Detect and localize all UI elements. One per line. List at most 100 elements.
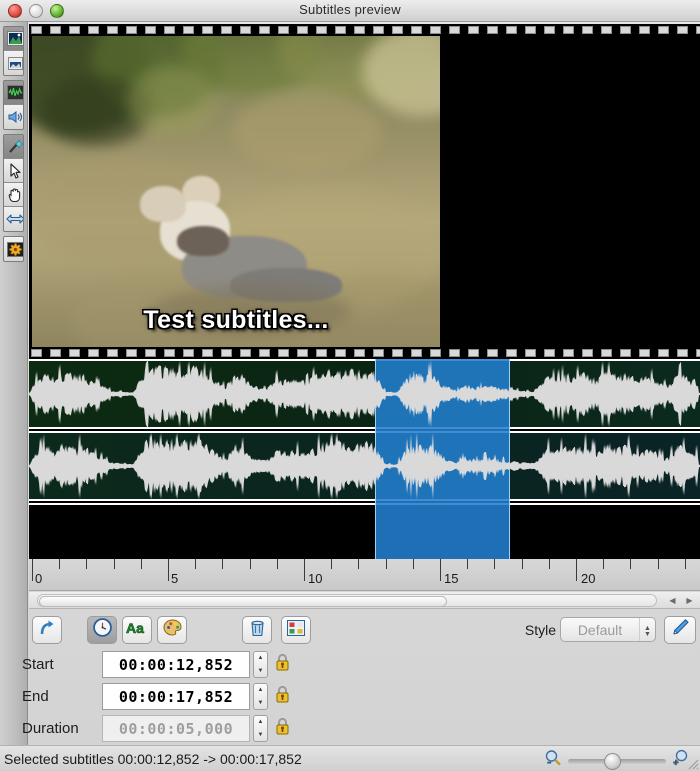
start-input[interactable]: 00:00:12,852 bbox=[102, 651, 250, 678]
timeline-scrollbar[interactable]: ◀ ▶ bbox=[29, 592, 700, 609]
zoom-slider[interactable] bbox=[568, 752, 666, 770]
duration-field-row: Duration 00:00:05,000 ▲ ▼ bbox=[22, 714, 322, 743]
duration-label: Duration bbox=[22, 720, 79, 737]
image-preview-icon bbox=[7, 56, 23, 70]
status-bar: Selected subtitles 00:00:12,852 -> 00:00… bbox=[0, 745, 700, 771]
ruler-tick bbox=[413, 559, 414, 569]
subtitle-track[interactable] bbox=[29, 503, 700, 559]
settings-tool[interactable] bbox=[4, 237, 23, 261]
filmstrip-perforations-top bbox=[29, 24, 700, 36]
style-label: Style bbox=[524, 622, 556, 638]
hand-icon bbox=[7, 187, 23, 203]
filmstrip-perforations-bottom bbox=[29, 347, 700, 359]
end-label: End bbox=[22, 688, 49, 705]
start-field-row: Start 00:00:12,852 ▲ ▼ bbox=[22, 650, 322, 679]
scroll-right-icon[interactable]: ▶ bbox=[683, 594, 696, 607]
tool-group-tools bbox=[3, 134, 24, 232]
audio-volume-tool[interactable] bbox=[4, 105, 24, 129]
timing-fields: Start 00:00:12,852 ▲▼ End 00:00:17,852 bbox=[0, 650, 700, 742]
pointer-tool[interactable] bbox=[4, 159, 23, 183]
end-input[interactable]: 00:00:17,852 bbox=[102, 683, 250, 710]
edit-style-button[interactable] bbox=[664, 616, 696, 644]
ruler-label: 10 bbox=[308, 571, 323, 586]
ruler-tick bbox=[522, 559, 523, 569]
ruler-tick bbox=[494, 559, 495, 569]
resize-grip-icon[interactable] bbox=[685, 756, 699, 770]
ruler-label: 5 bbox=[171, 571, 179, 586]
waveform-channel-2 bbox=[29, 434, 700, 498]
end-stepper[interactable]: ▲ ▼ bbox=[253, 683, 268, 710]
pencil-icon bbox=[671, 618, 690, 642]
ruler-label: 20 bbox=[581, 571, 596, 586]
ruler-label: 0 bbox=[35, 571, 43, 586]
style-mode-button[interactable] bbox=[157, 616, 187, 644]
magic-wand-icon bbox=[7, 139, 23, 154]
end-lock-button[interactable] bbox=[272, 684, 292, 709]
waveform-track-1[interactable] bbox=[29, 359, 700, 429]
ruler-tick bbox=[141, 559, 142, 569]
ruler-tick bbox=[277, 559, 278, 569]
tool-group-settings bbox=[3, 236, 24, 262]
waveform-channel-1 bbox=[29, 362, 700, 426]
scrollbar-arrows: ◀ ▶ bbox=[666, 594, 696, 607]
image-preview-tool[interactable] bbox=[4, 51, 23, 75]
ruler-tick bbox=[168, 559, 169, 581]
audio-timeline[interactable] bbox=[29, 359, 700, 559]
window-title: Subtitles preview bbox=[299, 2, 401, 17]
video-preview-icon bbox=[6, 31, 23, 46]
video-preview-tool[interactable] bbox=[4, 27, 23, 51]
ruler-tick bbox=[304, 559, 305, 581]
clock-icon bbox=[92, 618, 112, 642]
window-titlebar: Subtitles preview bbox=[0, 0, 700, 22]
speaker-icon bbox=[7, 110, 24, 124]
ruler-tick bbox=[331, 559, 332, 569]
goto-button[interactable] bbox=[32, 616, 62, 644]
ruler-tick bbox=[685, 559, 686, 569]
color-grid-icon bbox=[287, 619, 305, 641]
ruler-tick bbox=[59, 559, 60, 569]
ruler-tick bbox=[32, 559, 33, 581]
ruler-tick bbox=[86, 559, 87, 569]
duration-stepper[interactable]: ▲ ▼ bbox=[253, 715, 268, 742]
tool-group-preview bbox=[3, 26, 24, 76]
zoom-out-icon[interactable] bbox=[544, 749, 562, 771]
action-button-bar: Aa Style Default ▲ ▼ bbox=[29, 612, 700, 650]
duration-input[interactable]: 00:00:05,000 bbox=[102, 715, 250, 742]
start-lock-button[interactable] bbox=[272, 652, 292, 677]
magic-wand-tool[interactable] bbox=[4, 135, 23, 159]
resize-tool[interactable] bbox=[4, 207, 23, 231]
ruler-tick bbox=[467, 559, 468, 569]
padlock-icon bbox=[275, 685, 290, 708]
resize-arrows-icon bbox=[5, 213, 23, 225]
subtitle-editor-window: Subtitles preview Test subtitles... 0 5 … bbox=[0, 0, 700, 771]
waveform-icon bbox=[6, 85, 23, 100]
waveform-tool[interactable] bbox=[4, 81, 23, 105]
delete-button[interactable] bbox=[242, 616, 272, 644]
time-mode-button[interactable] bbox=[87, 616, 117, 644]
scroll-left-icon[interactable]: ◀ bbox=[666, 594, 679, 607]
style-dropdown[interactable]: Default ▲ ▼ bbox=[560, 617, 656, 642]
padlock-icon bbox=[275, 653, 290, 676]
scrollbar-trough[interactable] bbox=[37, 594, 657, 607]
settings-gear-icon bbox=[6, 241, 23, 257]
start-stepper[interactable]: ▲ ▼ bbox=[253, 651, 268, 678]
chevron-updown-icon: ▲ ▼ bbox=[639, 618, 655, 641]
ruler-tick bbox=[114, 559, 115, 569]
timeline-ruler[interactable]: 0 5 10 15 20 bbox=[29, 559, 700, 591]
ruler-label: 15 bbox=[444, 571, 459, 586]
ruler-tick bbox=[576, 559, 577, 581]
text-mode-button[interactable]: Aa bbox=[122, 616, 152, 644]
waveform-track-2[interactable] bbox=[29, 431, 700, 501]
video-preview-panel[interactable]: Test subtitles... bbox=[29, 24, 700, 359]
end-field-row: End 00:00:17,852 ▲ ▼ bbox=[22, 682, 322, 711]
start-label: Start bbox=[22, 656, 54, 673]
colors-button[interactable] bbox=[281, 616, 311, 644]
ruler-tick bbox=[658, 559, 659, 569]
zoom-slider-knob[interactable] bbox=[604, 752, 621, 770]
duration-lock-button[interactable] bbox=[272, 716, 292, 741]
svg-text:Aa: Aa bbox=[126, 620, 144, 636]
scrollbar-thumb[interactable] bbox=[39, 596, 447, 607]
padlock-icon bbox=[275, 717, 290, 740]
ruler-tick bbox=[195, 559, 196, 569]
hand-tool[interactable] bbox=[4, 183, 23, 207]
